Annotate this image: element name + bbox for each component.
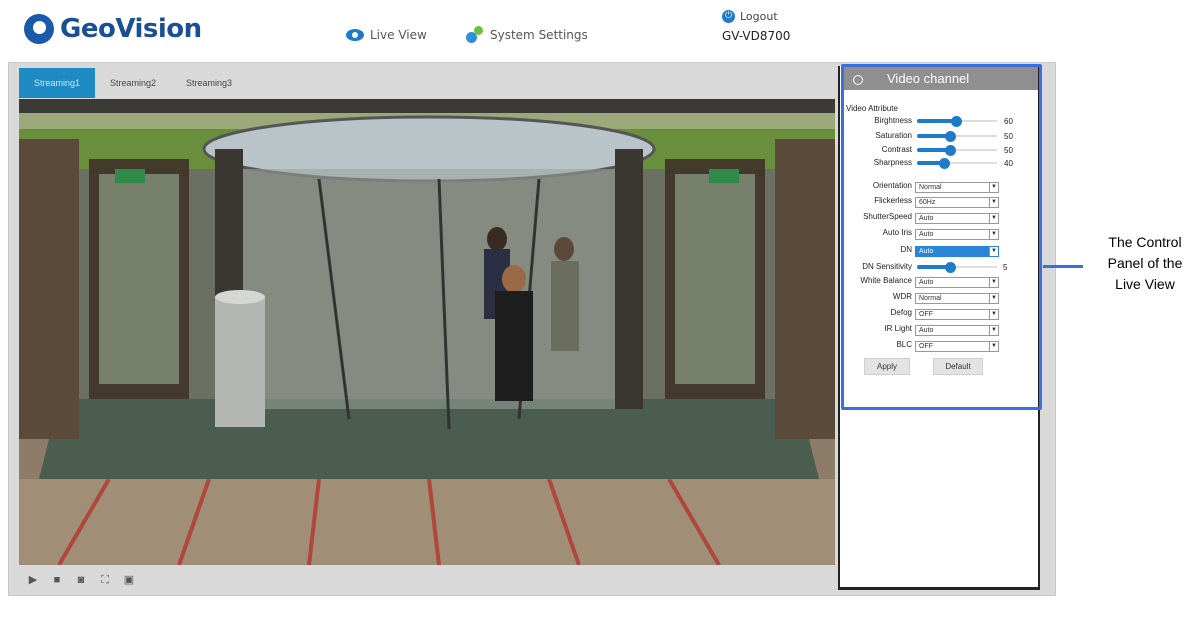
video-feed[interactable] [19, 99, 835, 565]
annotation-connector [1043, 265, 1083, 268]
tab-streaming1[interactable]: Streaming1 [19, 68, 95, 98]
device-name: GV-VD8700 [722, 29, 791, 43]
play-icon[interactable]: ▶ [27, 574, 39, 586]
annotation-text: The Control Panel of the Live View [1086, 232, 1204, 295]
logout-link[interactable]: ⏻ Logout [722, 10, 778, 23]
annotation-line-1: The Control [1108, 234, 1182, 250]
gear-icon [466, 26, 484, 44]
tab-streaming2[interactable]: Streaming2 [95, 68, 171, 98]
logout-icon: ⏻ [722, 10, 735, 23]
camera-image [19, 99, 835, 565]
tab-streaming3[interactable]: Streaming3 [171, 68, 247, 98]
geovision-logo: GeoVision [24, 14, 202, 44]
highlight-box [841, 64, 1042, 410]
snapshot-icon[interactable]: ◙ [75, 574, 87, 586]
eye-icon [346, 29, 364, 41]
nav-system-settings-label: System Settings [490, 28, 588, 42]
stream-tabs: Streaming1 Streaming2 Streaming3 [19, 68, 247, 98]
record-icon[interactable]: ▣ [123, 574, 135, 586]
logo-icon [24, 14, 54, 44]
annotation-line-3: Live View [1115, 276, 1175, 292]
stop-icon[interactable]: ■ [51, 574, 63, 586]
nav-live-view-label: Live View [370, 28, 427, 42]
nav-system-settings[interactable]: System Settings [466, 26, 588, 44]
player-controls: ▶ ■ ◙ ⛶ ▣ [19, 568, 835, 592]
brand-name: GeoVision [60, 14, 202, 44]
nav-live-view[interactable]: Live View [346, 28, 427, 42]
annotation-line-2: Panel of the [1107, 255, 1183, 271]
fullscreen-icon[interactable]: ⛶ [99, 574, 111, 586]
logout-label: Logout [740, 10, 778, 23]
